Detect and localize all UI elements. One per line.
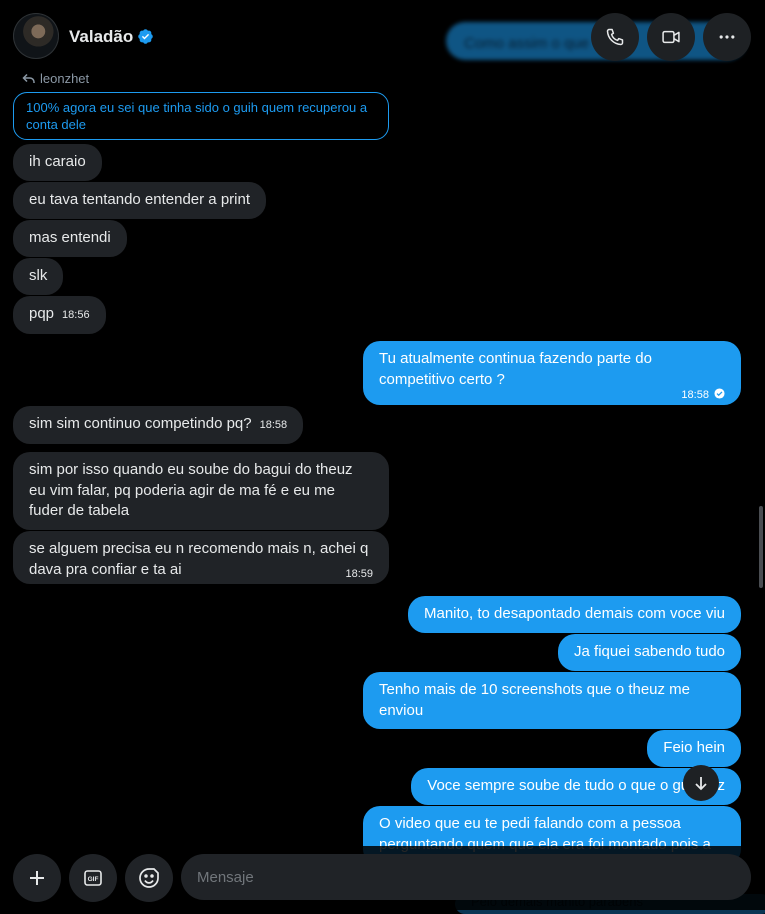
message-time: 18:56	[62, 309, 90, 321]
message-text: Tu atualmente continua fazendo parte do …	[379, 350, 652, 388]
gif-button[interactable]: GIF	[69, 854, 117, 902]
incoming-message[interactable]: slk	[13, 258, 64, 295]
gif-icon: GIF	[84, 870, 102, 886]
add-media-button[interactable]	[13, 854, 61, 902]
outgoing-message[interactable]: Manito, to desapontado demais com voce v…	[407, 596, 741, 633]
incoming-message[interactable]: se alguem precisa eu n recomendo mais n,…	[13, 531, 389, 584]
reply-arrow-icon	[22, 73, 35, 83]
emoji-button[interactable]	[125, 854, 173, 902]
more-icon	[719, 35, 735, 39]
read-check-icon	[714, 388, 725, 399]
incoming-message[interactable]: pqp 18:56	[13, 296, 106, 334]
outgoing-message[interactable]: Feio hein	[647, 730, 741, 767]
message-time: 18:58	[681, 389, 709, 401]
message-text: sim por isso quando eu soube do bagui do…	[29, 461, 353, 519]
incoming-message[interactable]: sim sim continuo competindo pq? 18:58	[13, 406, 304, 444]
outgoing-message[interactable]: Ja fiquei sabendo tudo	[558, 634, 741, 671]
message-text: ih caraio	[29, 153, 86, 170]
contact-name[interactable]: Valadão	[69, 27, 133, 47]
message-text: Feio hein	[663, 739, 725, 756]
incoming-message[interactable]: sim por isso quando eu soube do bagui do…	[13, 452, 389, 530]
plus-icon	[30, 871, 44, 885]
message-time: 18:58	[259, 419, 288, 431]
scrollbar[interactable]	[759, 506, 763, 588]
message-text: Ja fiquei sabendo tudo	[574, 643, 725, 660]
outgoing-message[interactable]: Tu atualmente continua fazendo parte do …	[363, 341, 741, 405]
message-text: Voce sempre soube de tudo o que o guih f…	[427, 777, 725, 794]
message-text: sim sim continuo competindo pq?	[29, 415, 252, 432]
message-meta: 18:58	[379, 388, 725, 401]
outgoing-message[interactable]: Tenho mais de 10 screenshots que o theuz…	[363, 672, 741, 729]
message-text: slk	[29, 267, 48, 284]
message-input[interactable]	[181, 854, 751, 900]
message-text: pqp	[29, 305, 55, 322]
scroll-to-bottom-button[interactable]	[683, 765, 719, 801]
video-call-button[interactable]	[647, 13, 695, 61]
svg-text:GIF: GIF	[88, 876, 99, 883]
incoming-message[interactable]: ih caraio	[13, 144, 102, 181]
conversation-header: Valadão Como assim o que	[0, 0, 765, 74]
message-text: Manito, to desapontado demais com voce v…	[423, 605, 725, 622]
avatar[interactable]	[13, 13, 59, 59]
video-icon	[662, 30, 680, 44]
incoming-message[interactable]: mas entendi	[13, 220, 127, 257]
arrow-down-icon	[695, 777, 707, 791]
message-text: mas entendi	[29, 229, 111, 246]
quoted-message[interactable]: 100% agora eu sei que tinha sido o guih …	[13, 92, 389, 140]
more-options-button[interactable]	[703, 13, 751, 61]
emoji-icon	[139, 868, 159, 888]
verified-badge-icon	[138, 29, 153, 44]
message-text: eu tava tentando entender a print	[29, 191, 251, 208]
message-text: Tenho mais de 10 screenshots que o theuz…	[379, 681, 691, 719]
incoming-message[interactable]: eu tava tentando entender a print	[13, 182, 267, 219]
composer-bar: GIF	[0, 846, 765, 910]
call-button[interactable]	[591, 13, 639, 61]
phone-icon	[606, 28, 624, 46]
